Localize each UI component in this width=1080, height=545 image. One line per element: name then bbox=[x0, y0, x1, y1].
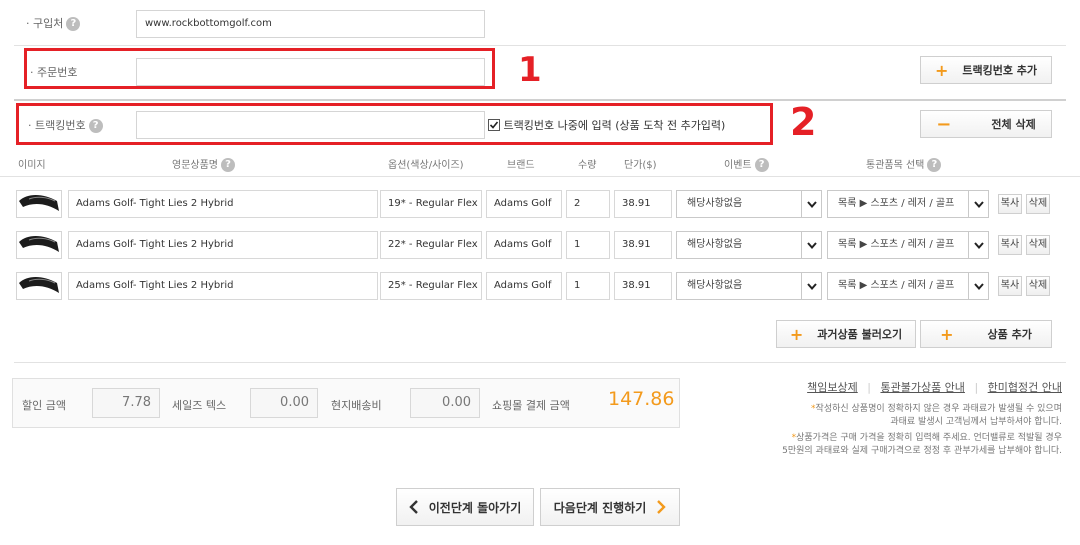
purchase-site-label: · 구입처? bbox=[26, 15, 81, 31]
copy-row-button[interactable]: 복사 bbox=[998, 235, 1022, 255]
prev-step-button[interactable]: 이전단계 돌아가기 bbox=[396, 488, 534, 526]
event-select-value: 해당사항없음 bbox=[687, 239, 743, 250]
annotation-number-2: 2 bbox=[790, 100, 817, 144]
plus-icon: + bbox=[789, 324, 804, 344]
golf-club-image bbox=[19, 236, 59, 252]
plus-icon: + bbox=[940, 324, 954, 344]
add-product-button[interactable]: + 상품 추가 bbox=[920, 320, 1052, 348]
event-select[interactable]: 해당사항없음 bbox=[676, 190, 822, 218]
help-icon[interactable]: ? bbox=[754, 158, 769, 172]
event-select[interactable]: 해당사항없음 bbox=[676, 272, 822, 300]
help-icon[interactable]: ? bbox=[221, 158, 235, 172]
sales-tax-label: 세일즈 텍스 bbox=[172, 399, 227, 412]
load-past-products-button[interactable]: + 과거상품 불러오기 bbox=[776, 320, 916, 348]
annotation-box-2 bbox=[16, 103, 773, 145]
customs-select[interactable]: 목록 ▶ 스포츠 / 레저 / 골프 bbox=[827, 272, 989, 300]
product-option-input[interactable]: 22* - Regular Flex bbox=[380, 231, 482, 259]
header-option: 옵션(색상/사이즈) bbox=[388, 160, 464, 171]
chevron-down-icon[interactable] bbox=[968, 273, 988, 299]
header-qty: 수량 bbox=[578, 160, 597, 171]
customs-select-value: 목록 ▶ 스포츠 / 레저 / 골프 bbox=[838, 280, 955, 291]
liability-link[interactable]: 책임보상제 bbox=[807, 381, 858, 394]
local-shipping-value: 0.00 bbox=[410, 388, 480, 418]
chevron-left-icon bbox=[409, 500, 418, 514]
header-divider bbox=[0, 176, 1080, 177]
chevron-down-icon[interactable] bbox=[801, 191, 821, 217]
customs-select[interactable]: 목록 ▶ 스포츠 / 레저 / 골프 bbox=[827, 190, 989, 218]
product-thumbnail[interactable] bbox=[16, 272, 62, 300]
help-icon[interactable]: ? bbox=[66, 17, 81, 31]
chevron-right-icon bbox=[657, 500, 666, 514]
copy-row-button[interactable]: 복사 bbox=[998, 194, 1022, 214]
discount-value: 7.78 bbox=[92, 388, 160, 418]
divider bbox=[14, 362, 1066, 363]
header-name: 영문상품명? bbox=[172, 156, 235, 172]
total-label: 쇼핑몰 결제 금액 bbox=[492, 399, 570, 412]
next-step-button[interactable]: 다음단계 진행하기 bbox=[540, 488, 680, 526]
add-tracking-button[interactable]: + 트랙킹번호 추가 bbox=[920, 56, 1052, 84]
sales-tax-value: 0.00 bbox=[250, 388, 318, 418]
delete-row-button[interactable]: 삭제 bbox=[1026, 194, 1050, 214]
info-links: 책임보상제 | 통관불가상품 안내 | 한미협정건 안내 bbox=[807, 381, 1062, 394]
product-brand-input[interactable]: Adams Golf bbox=[486, 272, 562, 300]
local-shipping-label: 현지배송비 bbox=[331, 399, 382, 412]
copy-row-button[interactable]: 복사 bbox=[998, 276, 1022, 296]
customs-select-value: 목록 ▶ 스포츠 / 레저 / 골프 bbox=[838, 198, 955, 209]
product-qty-input[interactable]: 1 bbox=[566, 272, 610, 300]
delete-row-button[interactable]: 삭제 bbox=[1026, 276, 1050, 296]
product-name-input[interactable]: Adams Golf- Tight Lies 2 Hybrid bbox=[68, 190, 378, 218]
delete-all-button[interactable]: − 전체 삭제 bbox=[920, 110, 1052, 138]
purchase-site-input[interactable]: www.rockbottomgolf.com bbox=[136, 10, 485, 38]
golf-club-image bbox=[19, 277, 59, 293]
product-option-input[interactable]: 19* - Regular Flex bbox=[380, 190, 482, 218]
customs-select-value: 목록 ▶ 스포츠 / 레저 / 골프 bbox=[838, 239, 955, 250]
plus-icon: + bbox=[934, 60, 949, 80]
note-2-line-2: 5만원의 과태료와 실제 구매가격으로 정정 후 관부가세를 납부해야 합니다. bbox=[782, 446, 1062, 456]
product-brand-input[interactable]: Adams Golf bbox=[486, 231, 562, 259]
header-customs: 통관품목 선택? bbox=[866, 156, 942, 172]
header-price: 단가($) bbox=[624, 160, 657, 171]
header-event: 이벤트? bbox=[724, 156, 769, 172]
event-select-value: 해당사항없음 bbox=[687, 198, 743, 209]
annotation-box-1 bbox=[24, 48, 495, 89]
chevron-down-icon[interactable] bbox=[801, 232, 821, 258]
product-name-input[interactable]: Adams Golf- Tight Lies 2 Hybrid bbox=[68, 272, 378, 300]
customs-not-allowed-link[interactable]: 통관불가상품 안내 bbox=[880, 381, 964, 394]
product-name-input[interactable]: Adams Golf- Tight Lies 2 Hybrid bbox=[68, 231, 378, 259]
product-thumbnail[interactable] bbox=[16, 190, 62, 218]
divider bbox=[14, 45, 1066, 46]
delete-row-button[interactable]: 삭제 bbox=[1026, 235, 1050, 255]
minus-icon: − bbox=[936, 113, 952, 135]
event-select[interactable]: 해당사항없음 bbox=[676, 231, 822, 259]
product-thumbnail[interactable] bbox=[16, 231, 62, 259]
product-brand-input[interactable]: Adams Golf bbox=[486, 190, 562, 218]
customs-select[interactable]: 목록 ▶ 스포츠 / 레저 / 골프 bbox=[827, 231, 989, 259]
product-qty-input[interactable]: 2 bbox=[566, 190, 610, 218]
product-qty-input[interactable]: 1 bbox=[566, 231, 610, 259]
annotation-number-1: 1 bbox=[518, 50, 542, 90]
chevron-down-icon[interactable] bbox=[801, 273, 821, 299]
note-1-line-1: *작성하신 상품명이 정확하지 않은 경우 과태료가 발생될 수 있으며 bbox=[811, 404, 1062, 414]
note-2-line-1: *상품가격은 구매 가격을 정확히 입력해 주세요. 언더밸류로 적발될 경우 bbox=[791, 433, 1062, 443]
help-icon[interactable]: ? bbox=[927, 158, 942, 172]
product-price-input[interactable]: 38.91 bbox=[614, 231, 672, 259]
product-option-input[interactable]: 25* - Regular Flex bbox=[380, 272, 482, 300]
product-price-input[interactable]: 38.91 bbox=[614, 272, 672, 300]
header-brand: 브랜드 bbox=[507, 160, 535, 171]
chevron-down-icon[interactable] bbox=[968, 191, 988, 217]
event-select-value: 해당사항없음 bbox=[687, 280, 743, 291]
product-price-input[interactable]: 38.91 bbox=[614, 190, 672, 218]
total-value: 147.86 bbox=[608, 388, 675, 410]
fta-link[interactable]: 한미협정건 안내 bbox=[988, 381, 1062, 394]
note-1-line-2: 과태료 발생시 고객님께서 납부하셔야 합니다. bbox=[890, 417, 1062, 427]
discount-label: 할인 금액 bbox=[22, 399, 66, 412]
chevron-down-icon[interactable] bbox=[968, 232, 988, 258]
golf-club-image bbox=[19, 195, 59, 211]
header-image: 이미지 bbox=[18, 160, 46, 171]
section-divider bbox=[14, 99, 1066, 101]
